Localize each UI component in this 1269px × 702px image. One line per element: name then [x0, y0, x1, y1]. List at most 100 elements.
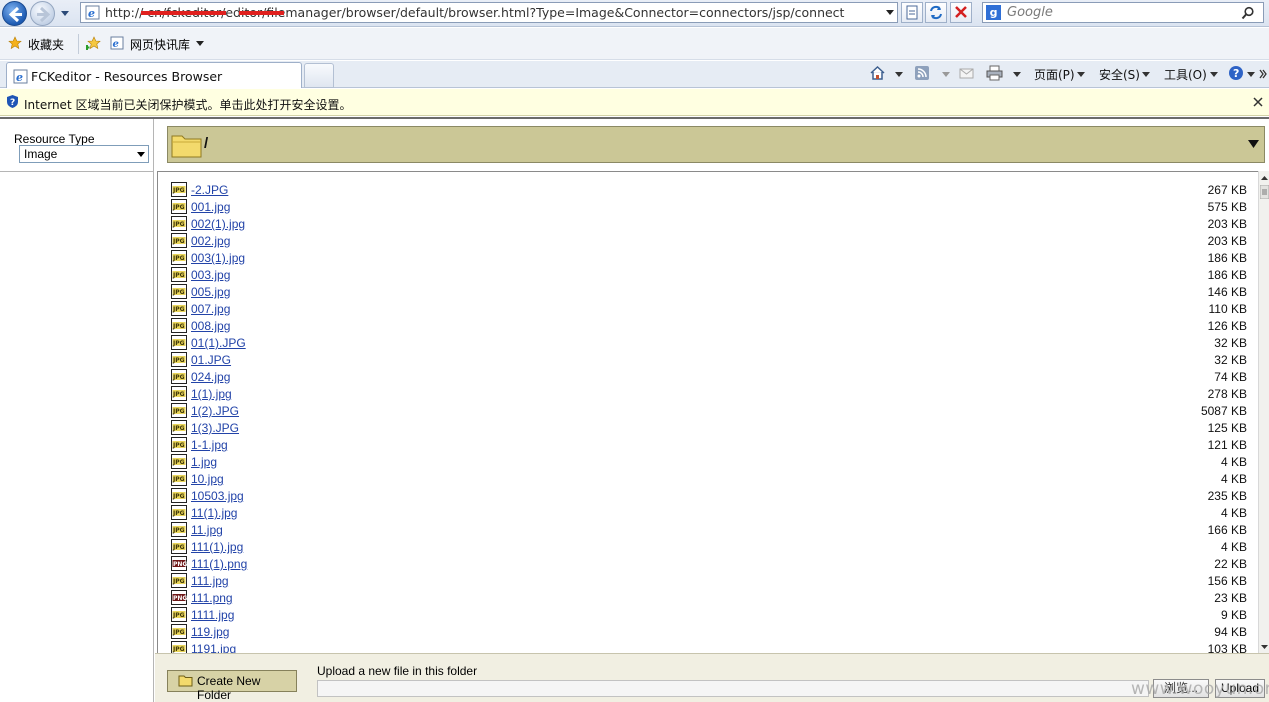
chevron-down-icon[interactable]: [895, 72, 903, 77]
help-icon[interactable]: ?: [1228, 65, 1245, 81]
file-row[interactable]: JPG -2.JPG 267 KB: [171, 182, 1251, 199]
file-name-link[interactable]: 111(1).png: [191, 557, 247, 571]
file-name-link[interactable]: 002(1).jpg: [191, 217, 245, 231]
file-row[interactable]: PNG 111(1).png 22 KB: [171, 556, 1251, 573]
chevron-down-icon[interactable]: [1247, 72, 1255, 77]
file-name-link[interactable]: 007.jpg: [191, 302, 230, 316]
recent-pages-dropdown-icon[interactable]: [58, 7, 72, 19]
file-name-link[interactable]: 111.png: [191, 591, 233, 605]
redacted-host: [239, 11, 284, 15]
file-row[interactable]: JPG 10.jpg 4 KB: [171, 471, 1251, 488]
file-row[interactable]: JPG 111(1).jpg 4 KB: [171, 539, 1251, 556]
tools-menu[interactable]: 工具(O): [1164, 66, 1207, 83]
upload-file-input[interactable]: [317, 680, 1149, 697]
resource-type-select[interactable]: Image: [19, 145, 149, 163]
file-row[interactable]: JPG 1(2).JPG 5087 KB: [171, 403, 1251, 420]
file-row[interactable]: JPG 005.jpg 146 KB: [171, 284, 1251, 301]
file-name-link[interactable]: 119.jpg: [191, 625, 229, 639]
file-row[interactable]: JPG 01(1).JPG 32 KB: [171, 335, 1251, 352]
home-icon[interactable]: [869, 65, 886, 81]
new-tab-button[interactable]: [304, 63, 334, 88]
chevron-down-icon[interactable]: [1142, 72, 1150, 77]
file-name-link[interactable]: 002.jpg: [191, 234, 230, 248]
file-name-link[interactable]: 005.jpg: [191, 285, 230, 299]
info-bar-text[interactable]: Internet 区域当前已关闭保护模式。单击此处打开安全设置。: [24, 96, 351, 113]
file-name-link[interactable]: 003(1).jpg: [191, 251, 245, 265]
file-row[interactable]: JPG 119.jpg 94 KB: [171, 624, 1251, 641]
file-row[interactable]: JPG 1.jpg 4 KB: [171, 454, 1251, 471]
feeds-icon[interactable]: [914, 65, 931, 81]
create-new-folder-button[interactable]: Create New Folder: [167, 670, 297, 702]
file-name-link[interactable]: -2.JPG: [191, 183, 228, 197]
file-row[interactable]: JPG 1(3).JPG 125 KB: [171, 420, 1251, 437]
file-row[interactable]: JPG 002.jpg 203 KB: [171, 233, 1251, 250]
forward-button[interactable]: [30, 1, 55, 26]
file-row[interactable]: JPG 11.jpg 166 KB: [171, 522, 1251, 539]
file-row[interactable]: JPG 002(1).jpg 203 KB: [171, 216, 1251, 233]
file-name-link[interactable]: 008.jpg: [191, 319, 230, 333]
file-row[interactable]: PNG 111.png 23 KB: [171, 590, 1251, 607]
chevron-down-icon[interactable]: [1077, 72, 1085, 77]
security-info-bar[interactable]: ? Internet 区域当前已关闭保护模式。单击此处打开安全设置。: [0, 89, 1269, 116]
chevron-down-icon[interactable]: [1013, 72, 1021, 77]
chevron-down-icon[interactable]: [1210, 72, 1218, 77]
file-name-link[interactable]: 111.jpg: [191, 574, 229, 588]
close-icon[interactable]: [1253, 97, 1263, 107]
file-row[interactable]: JPG 01.JPG 32 KB: [171, 352, 1251, 369]
file-name-link[interactable]: 001.jpg: [191, 200, 230, 214]
address-field[interactable]: e http:// cn/fckeditor/editor/filemanage…: [80, 2, 898, 23]
file-name-link[interactable]: 003.jpg: [191, 268, 230, 282]
file-row[interactable]: JPG 1(1).jpg 278 KB: [171, 386, 1251, 403]
search-field[interactable]: g Google: [982, 2, 1264, 23]
address-dropdown-icon[interactable]: [885, 8, 895, 16]
tab-fckeditor[interactable]: e FCKeditor - Resources Browser: [6, 62, 302, 88]
web-slice-gallery-label[interactable]: 网页快讯库: [130, 36, 190, 53]
file-row[interactable]: JPG 007.jpg 110 KB: [171, 301, 1251, 318]
scroll-down-icon[interactable]: [1259, 644, 1269, 650]
file-row[interactable]: JPG 001.jpg 575 KB: [171, 199, 1251, 216]
file-name-link[interactable]: 111(1).jpg: [191, 540, 243, 554]
refresh-button[interactable]: [925, 2, 947, 23]
mail-icon[interactable]: [958, 65, 975, 81]
file-name-link[interactable]: 1-1.jpg: [191, 438, 228, 452]
file-name-link[interactable]: 01(1).JPG: [191, 336, 246, 350]
search-icon[interactable]: [1241, 6, 1255, 20]
stop-button[interactable]: [950, 2, 972, 23]
file-name-link[interactable]: 1.jpg: [191, 455, 217, 469]
file-row[interactable]: JPG 1-1.jpg 121 KB: [171, 437, 1251, 454]
file-name-link[interactable]: 01.JPG: [191, 353, 231, 367]
file-row[interactable]: JPG 003(1).jpg 186 KB: [171, 250, 1251, 267]
scroll-up-icon[interactable]: [1259, 175, 1269, 181]
file-name-link[interactable]: 10.jpg: [191, 472, 224, 486]
compatibility-view-button[interactable]: [901, 2, 923, 23]
add-favorite-icon[interactable]: [86, 36, 102, 51]
file-name-link[interactable]: 11.jpg: [191, 523, 223, 537]
resource-type-label: Resource Type: [14, 132, 95, 146]
print-icon[interactable]: [986, 65, 1003, 81]
safety-menu[interactable]: 安全(S): [1099, 66, 1140, 83]
jpg-file-icon: JPG: [171, 284, 187, 299]
chevron-down-icon[interactable]: [1248, 140, 1259, 148]
file-name-link[interactable]: 1(1).jpg: [191, 387, 232, 401]
page-menu[interactable]: 页面(P): [1034, 66, 1075, 83]
file-row[interactable]: JPG 024.jpg 74 KB: [171, 369, 1251, 386]
file-name-link[interactable]: 1(2).JPG: [191, 404, 239, 418]
chevron-down-icon[interactable]: [942, 72, 950, 77]
favorites-label[interactable]: 收藏夹: [28, 36, 64, 53]
more-commands-icon[interactable]: [1259, 69, 1267, 79]
file-name-link[interactable]: 10503.jpg: [191, 489, 244, 503]
file-row[interactable]: JPG 111.jpg 156 KB: [171, 573, 1251, 590]
scroll-thumb[interactable]: [1260, 185, 1269, 199]
file-name-link[interactable]: 024.jpg: [191, 370, 230, 384]
file-row[interactable]: JPG 10503.jpg 235 KB: [171, 488, 1251, 505]
file-name-link[interactable]: 1(3).JPG: [191, 421, 239, 435]
file-row[interactable]: JPG 11(1).jpg 4 KB: [171, 505, 1251, 522]
file-name-link[interactable]: 11(1).jpg: [191, 506, 237, 520]
back-button[interactable]: [2, 1, 27, 26]
file-row[interactable]: JPG 008.jpg 126 KB: [171, 318, 1251, 335]
file-row[interactable]: JPG 1111.jpg 9 KB: [171, 607, 1251, 624]
file-name-link[interactable]: 1111.jpg: [191, 608, 234, 622]
file-size: 4 KB: [1220, 472, 1247, 486]
vertical-scrollbar[interactable]: [1258, 171, 1269, 654]
file-row[interactable]: JPG 003.jpg 186 KB: [171, 267, 1251, 284]
